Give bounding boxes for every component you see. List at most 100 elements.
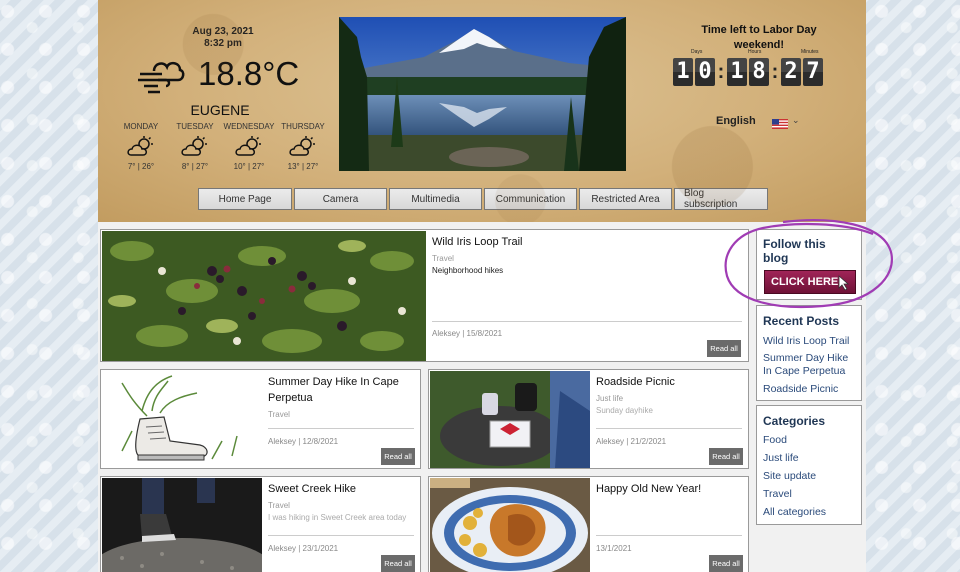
post-description: Neighborhood hikes (432, 266, 504, 275)
partly-cloudy-icon (235, 136, 261, 156)
category-link[interactable]: Just life (763, 449, 826, 467)
post-body: Sweet Creek Hike Travel I was hiking in … (268, 481, 414, 522)
featured-post-card[interactable]: Wild Iris Loop Trail Travel Neighborhood… (100, 229, 749, 362)
forecast-day-name: WEDNESDAY (223, 122, 275, 131)
read-all-button[interactable]: Read all (381, 448, 415, 465)
category-link[interactable]: Site update (763, 467, 826, 485)
countdown-clock: 1 0 : 1 8 : 2 7 (673, 58, 825, 86)
post-category[interactable]: Travel (432, 254, 742, 263)
nav-multimedia[interactable]: Multimedia (389, 188, 482, 210)
recent-post-link[interactable]: Roadside Picnic (763, 380, 859, 398)
post-meta: Aleksey | 21/2/2021 (596, 437, 667, 446)
forecast-day: MONDAY 7° | 26° (114, 122, 168, 171)
picnic-photo (430, 371, 590, 468)
nav-blog-subscription[interactable]: Blog subscription (674, 188, 768, 210)
hiking-boot-drawing (102, 371, 262, 468)
post-category[interactable]: Travel (268, 410, 414, 419)
forecast-range: 13° | 27° (287, 162, 319, 171)
post-description: Sunday dayhike (596, 406, 653, 415)
categories-title: Categories (763, 414, 826, 428)
read-all-button[interactable]: Read all (709, 448, 743, 465)
recent-posts-box: Recent Posts Wild Iris Loop Trail Summer… (756, 305, 862, 401)
main-nav: Home Page Camera Multimedia Communicatio… (198, 188, 768, 210)
recent-post-link[interactable]: Wild Iris Loop Trail (763, 332, 859, 350)
nav-communication[interactable]: Communication (484, 188, 577, 210)
countdown-separator: : (717, 60, 725, 83)
post-divider (596, 428, 742, 429)
forecast-range: 8° | 27° (181, 162, 209, 171)
post-divider (432, 321, 742, 322)
windy-cloud-icon (136, 55, 186, 95)
countdown-days-label: Days (691, 49, 703, 55)
blackberry-photo (102, 231, 426, 361)
partly-cloudy-icon (127, 136, 153, 156)
nav-home[interactable]: Home Page (198, 188, 292, 210)
header-mountain-photo (339, 17, 626, 171)
post-divider (268, 535, 414, 536)
post-category[interactable]: Travel (268, 501, 414, 510)
chevron-down-icon[interactable]: ⌄ (792, 115, 800, 126)
post-body: Happy Old New Year! (596, 481, 742, 497)
partly-cloudy-icon (289, 136, 315, 156)
recent-posts-title: Recent Posts (763, 314, 840, 328)
post-title[interactable]: Summer Day Hike In Cape Perpetua (268, 374, 414, 406)
countdown-separator: : (771, 60, 779, 83)
forecast-day-name: TUESDAY (176, 122, 214, 131)
post-card[interactable]: Roadside Picnic Just life Sunday dayhike… (428, 369, 749, 469)
post-meta: 13/1/2021 (596, 544, 632, 553)
post-card[interactable]: Happy Old New Year! 13/1/2021 Read all (428, 476, 749, 572)
current-temperature: 18.8°C (198, 55, 300, 92)
nav-restricted-area[interactable]: Restricted Area (579, 188, 672, 210)
read-all-button[interactable]: Read all (381, 555, 415, 572)
categories-box: Categories Food Just life Site update Tr… (756, 405, 862, 525)
forecast-range: 7° | 26° (127, 162, 155, 171)
forecast-day: TUESDAY 8° | 27° (168, 122, 222, 171)
recent-post-link[interactable]: Summer Day Hike In Cape Perpetua (763, 352, 859, 378)
nav-camera[interactable]: Camera (294, 188, 387, 210)
city-name: EUGENE (190, 102, 250, 118)
countdown-digit: 2 (781, 58, 801, 86)
post-category[interactable]: Just life (596, 394, 742, 403)
post-card[interactable]: Sweet Creek Hike Travel I was hiking in … (92, 476, 421, 572)
walking-shoe-photo (92, 478, 272, 572)
post-card[interactable]: Summer Day Hike In Cape Perpetua Travel … (100, 369, 421, 469)
recent-posts-list: Wild Iris Loop Trail Summer Day Hike In … (763, 332, 859, 398)
countdown-digit: 7 (803, 58, 823, 86)
partly-cloudy-icon (181, 136, 207, 156)
countdown-hours-label: Hours (748, 49, 762, 55)
read-all-button[interactable]: Read all (709, 555, 743, 572)
post-divider (596, 535, 742, 536)
post-description: I was hiking in Sweet Creek area today (268, 513, 407, 522)
forecast-day-name: MONDAY (123, 122, 159, 131)
roast-chicken-photo (430, 478, 590, 572)
countdown-digit: 8 (749, 58, 769, 86)
post-title[interactable]: Sweet Creek Hike (268, 481, 414, 497)
annotation-circle (724, 219, 893, 309)
post-title[interactable]: Wild Iris Loop Trail (432, 234, 742, 250)
weather-date: Aug 23, 2021 8:32 pm (192, 26, 254, 49)
post-body: Summer Day Hike In Cape Perpetua Travel (268, 374, 414, 419)
forecast-day: WEDNESDAY 10° | 27° (222, 122, 276, 171)
post-meta: Aleksey | 23/1/2021 (268, 544, 339, 553)
countdown-digit: 1 (727, 58, 747, 86)
forecast-day-name: THURSDAY (281, 122, 325, 131)
site-header: Aug 23, 2021 8:32 pm 18.8°C EUGENE MONDA… (98, 0, 866, 222)
post-meta: Aleksey | 15/8/2021 (432, 329, 503, 338)
category-link[interactable]: All categories (763, 503, 826, 521)
post-body: Roadside Picnic Just life Sunday dayhike (596, 374, 742, 415)
countdown-digit: 1 (673, 58, 693, 86)
category-link[interactable]: Travel (763, 485, 826, 503)
featured-post-body: Wild Iris Loop Trail Travel Neighborhood… (432, 234, 742, 275)
post-title[interactable]: Happy Old New Year! (596, 481, 742, 497)
forecast-strip: MONDAY 7° | 26° TUESDAY 8° | 27° WEDNESD… (114, 122, 330, 171)
language-label[interactable]: English (716, 115, 756, 127)
countdown-minutes-label: Minutes (801, 49, 819, 55)
us-flag-icon[interactable] (772, 116, 788, 129)
forecast-range: 10° | 27° (233, 162, 265, 171)
categories-list: Food Just life Site update Travel All ca… (763, 431, 826, 521)
post-divider (268, 428, 414, 429)
category-link[interactable]: Food (763, 431, 826, 449)
read-all-button[interactable]: Read all (707, 340, 741, 357)
post-title[interactable]: Roadside Picnic (596, 374, 742, 390)
forecast-day: THURSDAY 13° | 27° (276, 122, 330, 171)
